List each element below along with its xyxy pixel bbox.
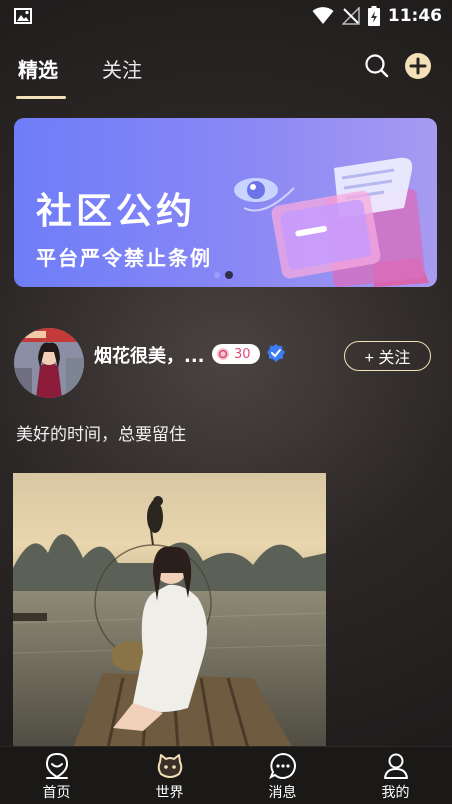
post-photo[interactable] — [13, 473, 326, 748]
tab-following[interactable]: 关注 — [102, 54, 142, 83]
user-profile-icon — [383, 753, 408, 779]
battery-charging-icon — [367, 6, 380, 26]
level-icon — [217, 348, 229, 360]
active-tab-indicator — [16, 96, 66, 99]
nav-home-label: 首页 — [42, 785, 71, 801]
bottom-navigation: 首页 世界 消息 我的 — [0, 746, 452, 804]
tab-featured[interactable]: 精选 — [18, 54, 58, 83]
wifi-icon — [312, 7, 334, 24]
banner-pagination — [214, 271, 233, 279]
pagination-dot[interactable] — [214, 272, 220, 278]
nav-messages-label: 消息 — [268, 785, 297, 801]
banner-subtitle: 平台严令禁止条例 — [36, 246, 212, 270]
verified-icon — [267, 344, 285, 362]
add-circle-icon[interactable] — [404, 52, 432, 80]
status-bar: 11:46 — [0, 0, 452, 32]
nav-profile-label: 我的 — [381, 785, 410, 801]
search-icon[interactable] — [364, 53, 390, 79]
nav-world-label: 世界 — [155, 785, 184, 801]
follow-button[interactable]: + 关注 — [344, 341, 431, 371]
nav-profile[interactable]: 我的 — [339, 747, 452, 804]
level-number: 30 — [234, 346, 251, 362]
pagination-dot-active[interactable] — [225, 271, 233, 279]
post-text: 美好的时间，总要留住 — [16, 425, 186, 445]
nav-home[interactable]: 首页 — [0, 747, 113, 804]
banner-title: 社区公约 — [36, 191, 197, 232]
avatar[interactable] — [14, 328, 84, 398]
level-badge: 30 — [212, 344, 260, 364]
header-actions — [364, 52, 432, 80]
post-username[interactable]: 烟花很美，... — [94, 342, 205, 368]
status-time: 11:46 — [387, 6, 442, 26]
image-notification-icon — [14, 8, 32, 24]
world-mascot-icon — [157, 754, 182, 778]
community-guidelines-banner[interactable]: 社区公约 平台严令禁止条例 — [14, 118, 437, 287]
nav-messages[interactable]: 消息 — [226, 747, 339, 804]
location-face-icon — [45, 752, 68, 779]
nav-world[interactable]: 世界 — [113, 747, 226, 804]
chat-bubble-icon — [268, 752, 296, 780]
document-illustration-icon — [234, 157, 429, 287]
no-signal-icon — [341, 7, 360, 25]
